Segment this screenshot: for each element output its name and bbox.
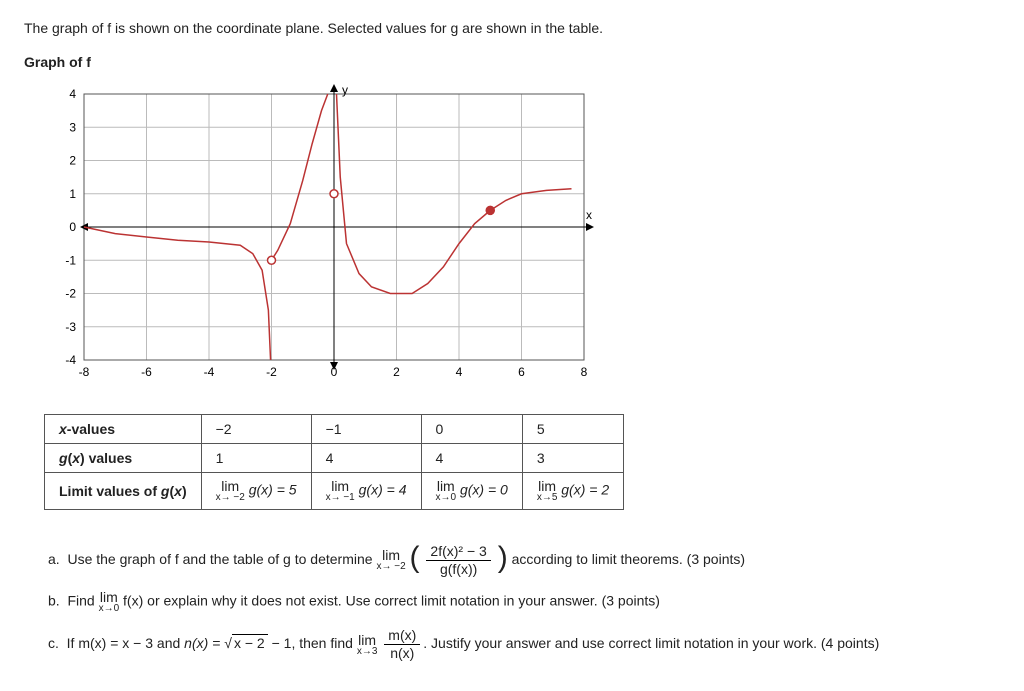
svg-text:-1: -1 (65, 253, 76, 267)
intro-text: The graph of f is shown on the coordinat… (24, 20, 1000, 36)
svg-text:y: y (342, 84, 348, 97)
question-b: b. Find lim x→0 f(x) or explain why it d… (48, 590, 976, 614)
svg-text:6: 6 (518, 365, 525, 379)
graph-of-f: -8 -6 -4 -2 0 2 4 6 8 -4 -3 -2 -1 0 1 2 3 4 x y (44, 84, 1000, 384)
table-row: x-x-valuesvalues −2 −1 0 5 (45, 415, 624, 444)
svg-text:-8: -8 (79, 365, 90, 379)
svg-text:x: x (586, 208, 592, 222)
svg-text:0: 0 (69, 220, 76, 234)
svg-text:2: 2 (393, 365, 400, 379)
svg-text:2: 2 (69, 154, 76, 168)
svg-text:4: 4 (69, 87, 76, 101)
svg-text:3: 3 (69, 120, 76, 134)
svg-text:-4: -4 (204, 365, 215, 379)
svg-text:4: 4 (456, 365, 463, 379)
svg-text:-6: -6 (141, 365, 152, 379)
g-values-table: x-x-valuesvalues −2 −1 0 5 g(x) values 1… (44, 414, 624, 510)
svg-text:0: 0 (331, 365, 338, 379)
question-c: c. If m(x) = x − 3 and n(x) = x − 2 − 1,… (48, 628, 976, 660)
svg-text:-3: -3 (65, 320, 76, 334)
question-a: a. Use the graph of f and the table of g… (48, 544, 976, 576)
graph-title: Graph of f (24, 54, 1000, 70)
svg-text:1: 1 (69, 187, 76, 201)
table-row: g(x) values 1 4 4 3 (45, 444, 624, 473)
svg-text:-2: -2 (65, 287, 76, 301)
table-row: Limit values of g(x) limx→ −2 g(x) = 5 l… (45, 473, 624, 510)
svg-text:-4: -4 (65, 353, 76, 367)
svg-text:8: 8 (581, 365, 588, 379)
svg-text:-2: -2 (266, 365, 277, 379)
questions: a. Use the graph of f and the table of g… (48, 544, 976, 661)
